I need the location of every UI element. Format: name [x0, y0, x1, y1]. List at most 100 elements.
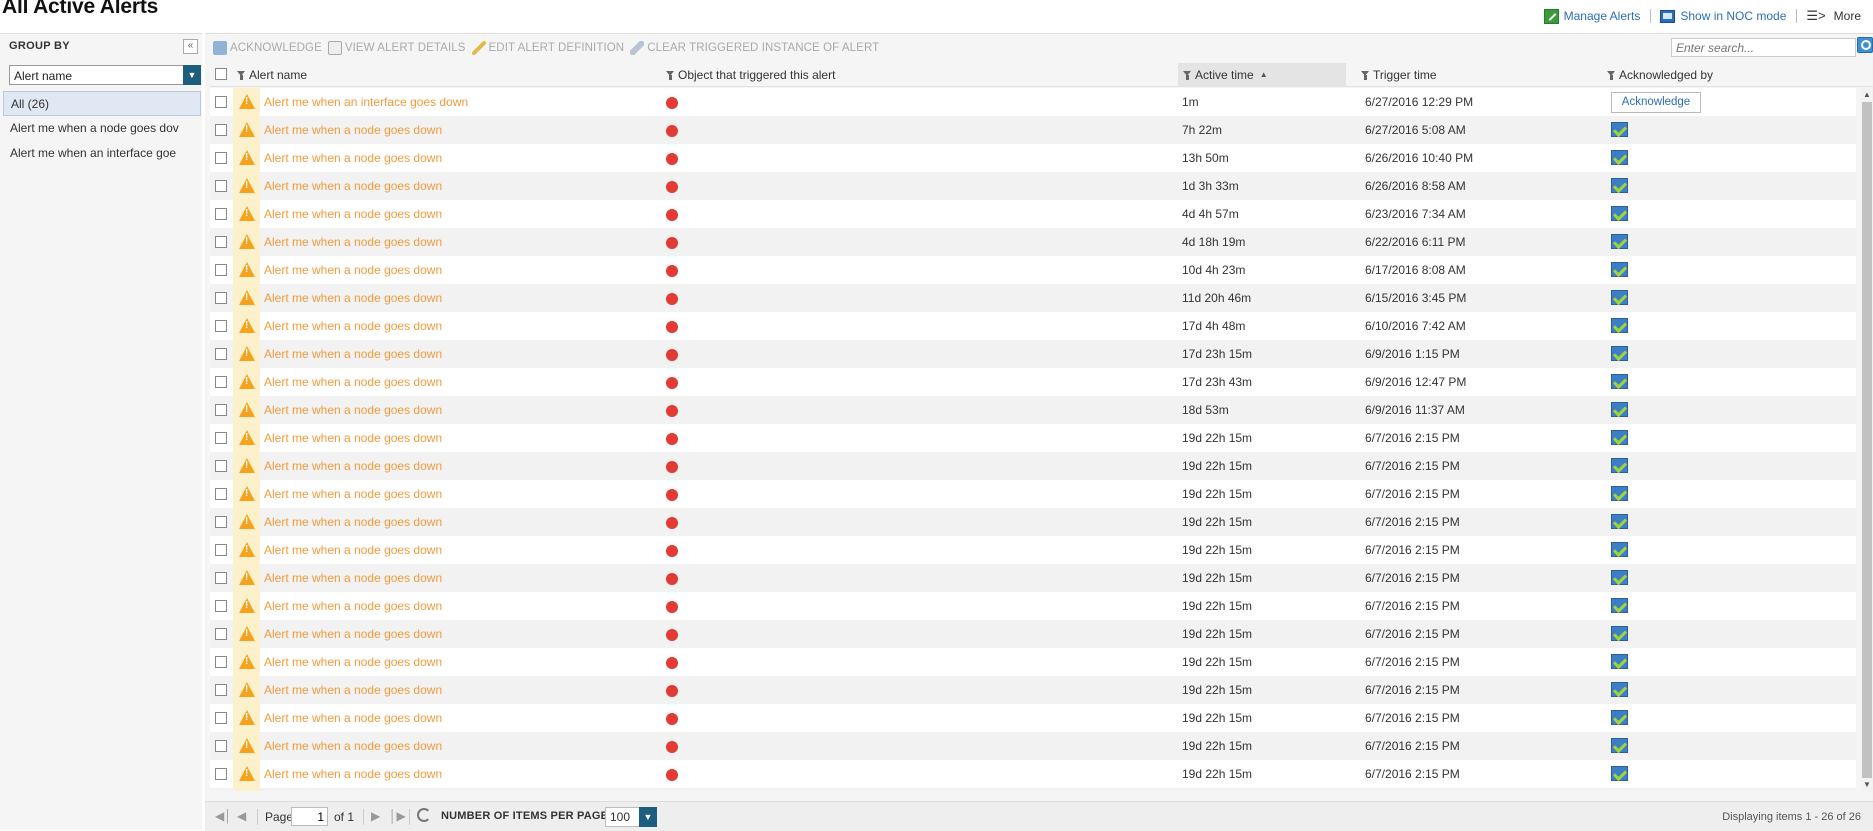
row-checkbox[interactable]	[215, 740, 227, 752]
alert-name-link[interactable]: Alert me when a node goes down	[260, 116, 666, 144]
table-row[interactable]: Alert me when a node goes down 19d 22h 15…	[210, 452, 1856, 480]
column-header-acknowledged-by[interactable]: Acknowledged by	[1607, 63, 1807, 87]
table-row[interactable]: Alert me when a node goes down 19d 22h 15…	[210, 424, 1856, 452]
row-checkbox[interactable]	[215, 320, 227, 332]
row-checkbox[interactable]	[215, 432, 227, 444]
alert-name-link[interactable]: Alert me when a node goes down	[260, 480, 666, 508]
alert-name-link[interactable]: Alert me when a node goes down	[260, 592, 666, 620]
row-checkbox[interactable]	[215, 516, 227, 528]
row-checkbox[interactable]	[215, 348, 227, 360]
table-row[interactable]: Alert me when a node goes down 19d 22h 15…	[210, 508, 1856, 536]
table-row[interactable]: Alert me when a node goes down 19d 22h 15…	[210, 648, 1856, 676]
filter-icon[interactable]	[666, 70, 675, 80]
filter-icon[interactable]	[237, 70, 246, 80]
table-row[interactable]: Alert me when a node goes down 11d 20h 46…	[210, 284, 1856, 312]
row-checkbox[interactable]	[215, 124, 227, 136]
chevron-down-icon[interactable]: ▼	[639, 807, 657, 827]
row-checkbox[interactable]	[215, 292, 227, 304]
alert-name-link[interactable]: Alert me when a node goes down	[260, 228, 666, 256]
table-row[interactable]: Alert me when a node goes down 19d 22h 15…	[210, 620, 1856, 648]
alert-name-link[interactable]: Alert me when a node goes down	[260, 284, 666, 312]
previous-page-icon[interactable]: ◀	[237, 809, 246, 823]
group-item-node-down[interactable]: Alert me when a node goes dov	[3, 116, 201, 141]
acknowledge-row-button[interactable]: Acknowledge	[1611, 92, 1701, 113]
row-checkbox[interactable]	[215, 208, 227, 220]
alert-name-link[interactable]: Alert me when a node goes down	[260, 508, 666, 536]
column-header-trigger-time[interactable]: Trigger time	[1356, 63, 1556, 87]
table-row[interactable]: Alert me when a node goes down 19d 22h 15…	[210, 704, 1856, 732]
table-row[interactable]: Alert me when a node goes down 19d 22h 15…	[210, 536, 1856, 564]
clear-triggered-instance-button[interactable]: CLEAR TRIGGERED INSTANCE OF ALERT	[630, 41, 879, 55]
row-checkbox[interactable]	[215, 628, 227, 640]
refresh-icon[interactable]	[417, 808, 431, 822]
row-checkbox[interactable]	[215, 152, 227, 164]
search-icon[interactable]	[1857, 37, 1873, 53]
table-row[interactable]: Alert me when a node goes down 19d 22h 15…	[210, 480, 1856, 508]
more-menu-button[interactable]: ☰˃ More	[1806, 8, 1861, 24]
row-checkbox[interactable]	[215, 264, 227, 276]
alert-name-link[interactable]: Alert me when a node goes down	[260, 564, 666, 592]
table-row[interactable]: Alert me when a node goes down 17d 23h 43…	[210, 368, 1856, 396]
last-page-icon[interactable]: │▶	[389, 809, 406, 823]
group-item-all[interactable]: All (26)	[3, 91, 201, 116]
table-row[interactable]: Alert me when a node goes down 19d 22h 15…	[210, 676, 1856, 704]
table-row[interactable]: Alert me when an interface goes down 1m 6/…	[210, 88, 1856, 116]
table-row[interactable]: Alert me when a node goes down 4d 4h 57m 6…	[210, 200, 1856, 228]
alert-name-link[interactable]: Alert me when a node goes down	[260, 648, 666, 676]
alert-name-link[interactable]: Alert me when a node goes down	[260, 200, 666, 228]
alert-name-link[interactable]: Alert me when a node goes down	[260, 368, 666, 396]
table-row[interactable]: Alert me when a node goes down 19d 22h 15…	[210, 732, 1856, 760]
table-row[interactable]: Alert me when a node goes down 19d 22h 15…	[210, 592, 1856, 620]
alert-name-link[interactable]: Alert me when a node goes down	[260, 312, 666, 340]
table-row[interactable]: Alert me when a node goes down 17d 4h 48m…	[210, 312, 1856, 340]
alert-name-link[interactable]: Alert me when a node goes down	[260, 256, 666, 284]
table-row[interactable]: Alert me when an interface goes down 35d …	[210, 788, 1856, 791]
row-checkbox[interactable]	[215, 96, 227, 108]
alert-name-link[interactable]: Alert me when a node goes down	[260, 760, 666, 788]
row-checkbox[interactable]	[215, 684, 227, 696]
alert-name-link[interactable]: Alert me when a node goes down	[260, 620, 666, 648]
alert-name-link[interactable]: Alert me when an interface goes down	[260, 88, 666, 116]
collapse-sidebar-button[interactable]: «	[183, 39, 198, 54]
filter-icon[interactable]	[1361, 70, 1370, 80]
row-checkbox[interactable]	[215, 544, 227, 556]
noc-mode-link[interactable]: Show in NOC mode	[1660, 9, 1786, 23]
alert-name-link[interactable]: Alert me when a node goes down	[260, 144, 666, 172]
row-checkbox[interactable]	[215, 600, 227, 612]
alert-name-link[interactable]: Alert me when a node goes down	[260, 704, 666, 732]
table-row[interactable]: Alert me when a node goes down 18d 53m 6/9…	[210, 396, 1856, 424]
row-checkbox[interactable]	[215, 768, 227, 780]
row-checkbox[interactable]	[215, 180, 227, 192]
manage-alerts-link[interactable]: Manage Alerts	[1543, 8, 1640, 24]
row-checkbox[interactable]	[215, 712, 227, 724]
grid-vertical-scrollbar[interactable]: ▲ ▼	[1861, 88, 1873, 791]
table-row[interactable]: Alert me when a node goes down 19d 22h 15…	[210, 564, 1856, 592]
column-header-alert-name[interactable]: Alert name	[237, 63, 587, 87]
group-by-dropdown[interactable]: Alert name ▼	[9, 65, 201, 85]
column-header-active-time[interactable]: Active time ▲	[1178, 63, 1346, 87]
table-row[interactable]: Alert me when a node goes down 1d 3h 33m 6…	[210, 172, 1856, 200]
row-checkbox[interactable]	[215, 404, 227, 416]
alert-name-link[interactable]: Alert me when a node goes down	[260, 452, 666, 480]
column-header-object[interactable]: Object that triggered this alert	[666, 63, 1086, 87]
page-number-input[interactable]	[291, 807, 328, 826]
filter-icon[interactable]	[1183, 70, 1192, 80]
edit-alert-definition-button[interactable]: EDIT ALERT DEFINITION	[471, 41, 625, 55]
row-checkbox[interactable]	[215, 656, 227, 668]
table-row[interactable]: Alert me when a node goes down 17d 23h 15…	[210, 340, 1856, 368]
row-checkbox[interactable]	[215, 376, 227, 388]
view-alert-details-button[interactable]: VIEW ALERT DETAILS	[327, 41, 466, 55]
alert-name-link[interactable]: Alert me when a node goes down	[260, 424, 666, 452]
table-row[interactable]: Alert me when a node goes down 10d 4h 23m…	[210, 256, 1856, 284]
chevron-down-icon[interactable]: ▼	[183, 65, 201, 85]
row-checkbox[interactable]	[215, 572, 227, 584]
group-item-interface-down[interactable]: Alert me when an interface goe	[3, 141, 201, 166]
row-checkbox[interactable]	[215, 236, 227, 248]
filter-icon[interactable]	[1607, 70, 1616, 80]
acknowledge-button[interactable]: ACKNOWLEDGE	[213, 41, 322, 55]
alert-name-link[interactable]: Alert me when a node goes down	[260, 172, 666, 200]
alert-name-link[interactable]: Alert me when a node goes down	[260, 676, 666, 704]
scroll-up-arrow-icon[interactable]: ▲	[1863, 90, 1871, 99]
scroll-down-arrow-icon[interactable]: ▼	[1863, 780, 1871, 789]
table-row[interactable]: Alert me when a node goes down 13h 50m 6/2…	[210, 144, 1856, 172]
